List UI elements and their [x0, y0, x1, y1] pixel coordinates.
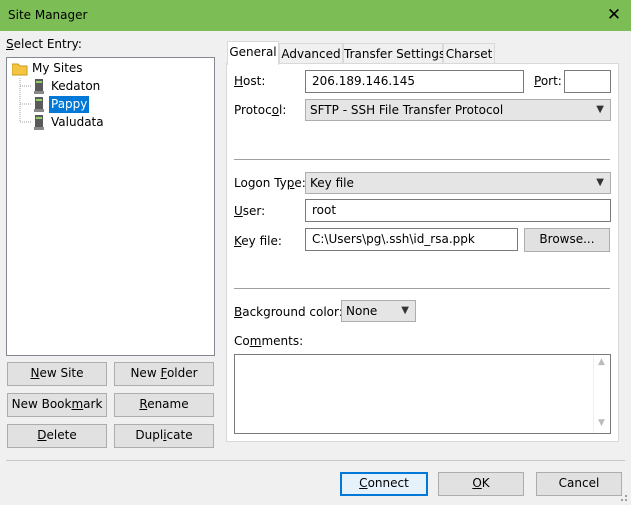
chevron-down-icon: ▼	[596, 104, 604, 115]
tree-item-site[interactable]: Valudata	[51, 115, 104, 129]
logon-type-select[interactable]: Key file ▼	[305, 172, 611, 194]
user-label: User:	[234, 204, 266, 218]
host-label: Host:	[234, 74, 266, 88]
server-icon	[34, 97, 44, 112]
select-entry-label: Select Entry:	[6, 37, 82, 51]
folder-icon	[12, 63, 28, 76]
tree-item-my-sites[interactable]: My Sites	[32, 61, 83, 75]
logon-type-value: Key file	[310, 176, 354, 190]
port-input[interactable]	[564, 70, 611, 93]
comments-textarea[interactable]	[234, 354, 611, 434]
user-input[interactable]: root	[305, 199, 611, 222]
background-color-select[interactable]: None ▼	[341, 300, 416, 322]
new-folder-button[interactable]: New Folder	[114, 362, 214, 386]
connect-button[interactable]: Connect	[340, 472, 428, 496]
duplicate-button[interactable]: Duplicate	[114, 424, 214, 448]
rename-button[interactable]: Rename	[114, 393, 214, 417]
divider	[234, 159, 610, 160]
cancel-button[interactable]: Cancel	[536, 472, 622, 496]
ok-button[interactable]: OK	[438, 472, 524, 496]
host-input[interactable]: 206.189.146.145	[305, 70, 524, 93]
divider	[234, 288, 610, 289]
new-site-button[interactable]: New Site	[7, 362, 107, 386]
tab-advanced[interactable]: Advanced	[279, 43, 343, 64]
tab-charset[interactable]: Charset	[443, 43, 495, 64]
protocol-value: SFTP - SSH File Transfer Protocol	[310, 103, 504, 117]
tab-transfer-settings[interactable]: Transfer Settings	[343, 43, 445, 64]
comments-label: Comments:	[234, 334, 304, 348]
delete-button[interactable]: Delete	[7, 424, 107, 448]
title-bar	[0, 0, 631, 31]
browse-button[interactable]: Browse...	[524, 228, 610, 252]
background-color-value: None	[346, 304, 378, 318]
close-icon[interactable]: ✕	[600, 2, 628, 28]
server-icon	[34, 115, 44, 130]
tree-item-site-selected[interactable]: Pappy	[49, 96, 90, 113]
window-title: Site Manager	[8, 8, 88, 22]
tree-item-site[interactable]: Kedaton	[51, 79, 100, 93]
protocol-select[interactable]: SFTP - SSH File Transfer Protocol ▼	[305, 99, 611, 121]
chevron-down-icon: ▼	[401, 305, 409, 316]
server-icon	[34, 79, 44, 94]
resize-grip-icon[interactable]	[617, 491, 629, 503]
background-color-label: Background color:	[234, 305, 343, 319]
tab-general[interactable]: General	[227, 41, 279, 65]
site-tree[interactable]: My Sites Kedaton Pappy Valudata	[6, 57, 215, 356]
chevron-down-icon: ▼	[596, 177, 604, 188]
new-bookmark-button[interactable]: New Bookmark	[7, 393, 107, 417]
key-file-input[interactable]: C:\Users\pg\.ssh\id_rsa.ppk	[305, 228, 518, 251]
key-file-label: Key file:	[234, 234, 282, 248]
port-label: Port:	[534, 74, 562, 88]
footer-divider	[6, 460, 625, 461]
protocol-label: Protocol:	[234, 103, 287, 117]
comments-scrollbar[interactable]: ▲ ▼	[593, 355, 610, 433]
scroll-up-icon[interactable]: ▲	[598, 357, 605, 367]
logon-type-label: Logon Type:	[234, 176, 306, 190]
scroll-down-icon[interactable]: ▼	[598, 418, 605, 428]
